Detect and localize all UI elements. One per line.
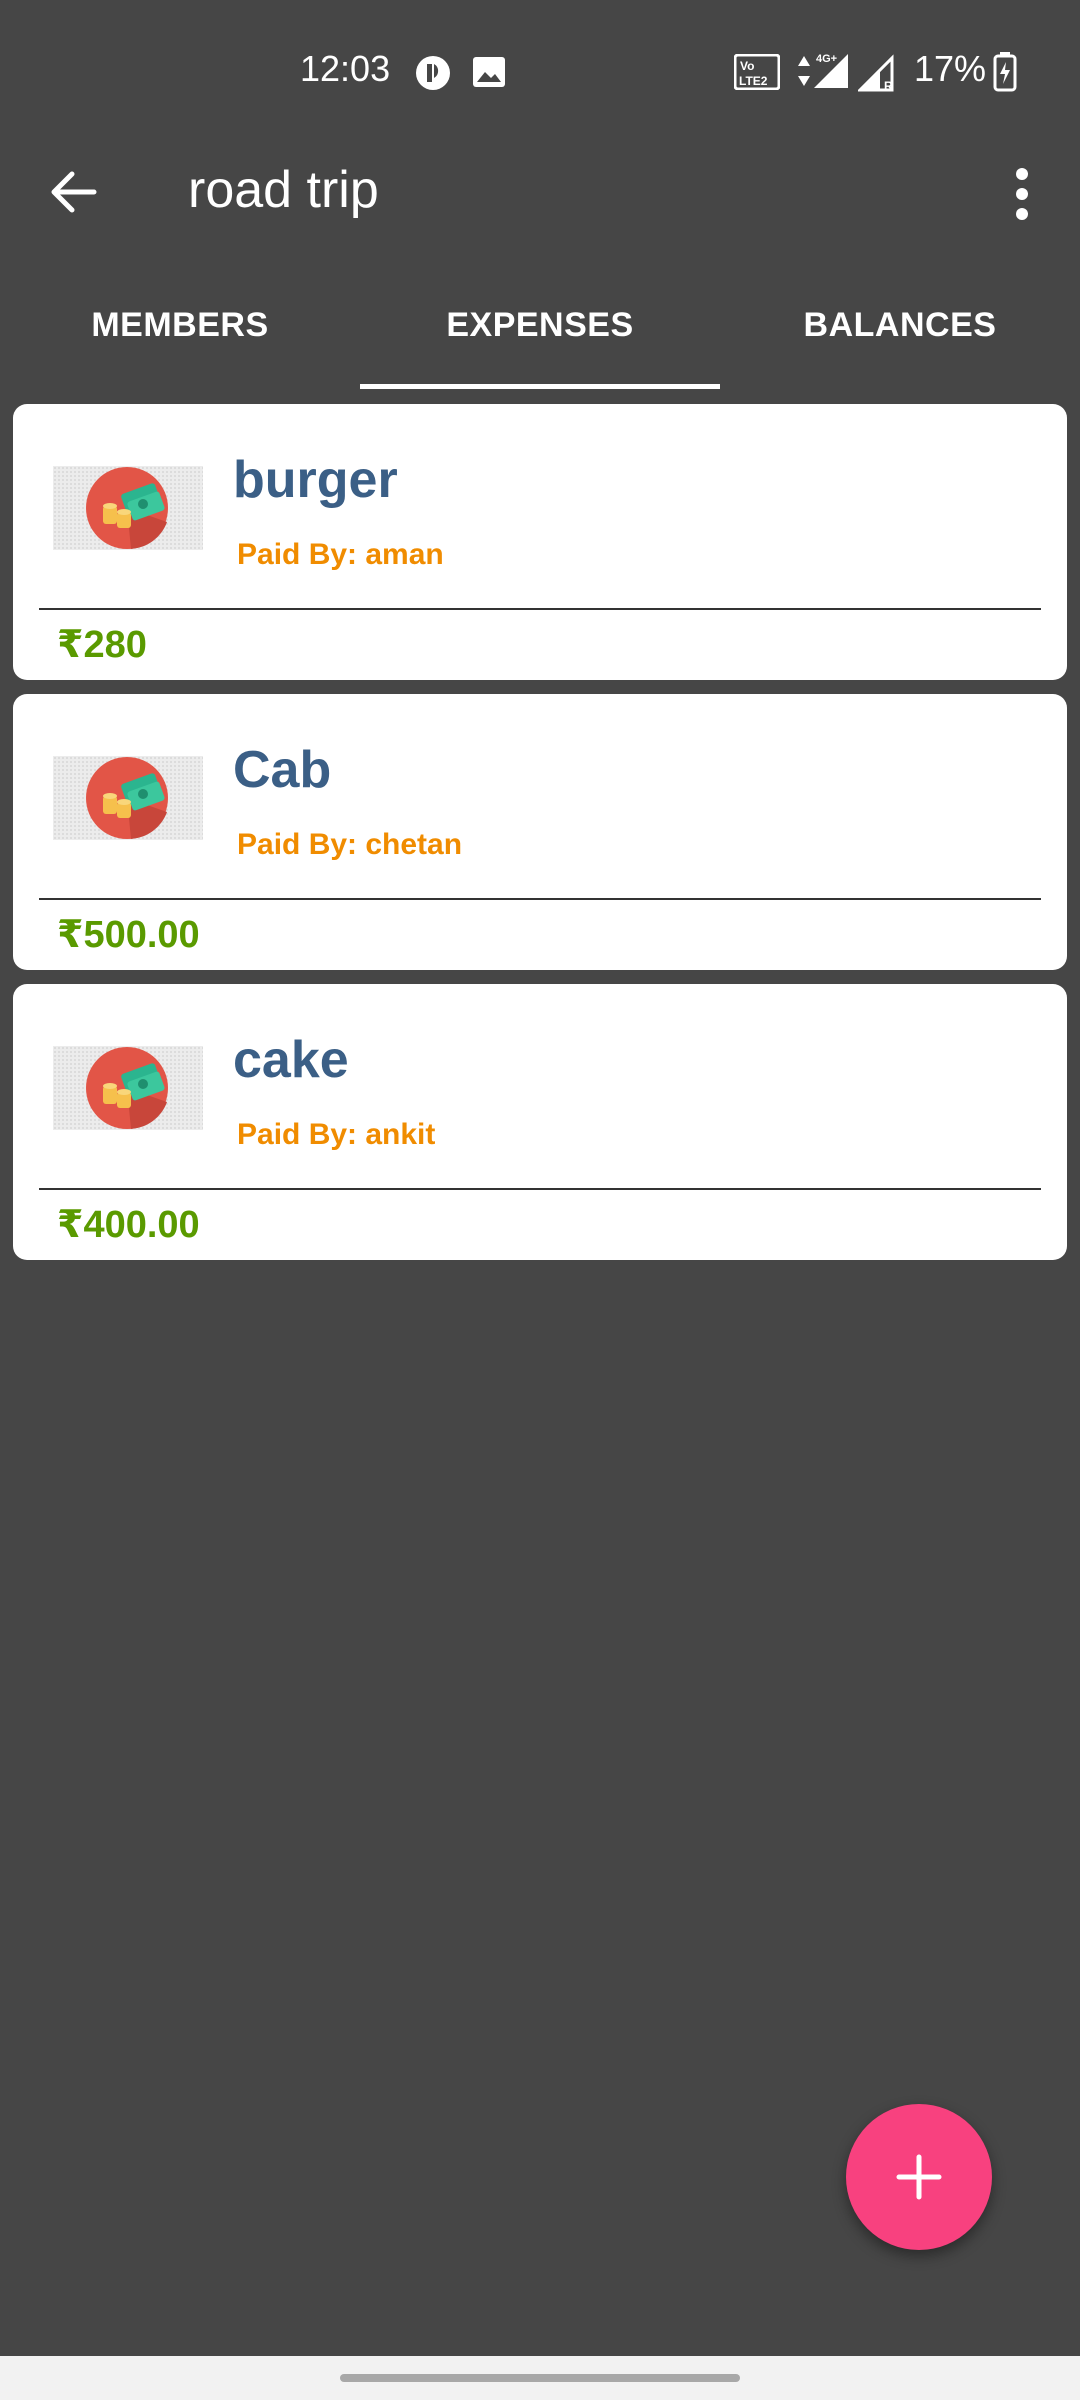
divider	[39, 898, 1041, 900]
expense-title: Cab	[233, 741, 332, 799]
expense-card[interactable]: cake Paid By: ankit ₹400.00	[13, 984, 1067, 1260]
tab-members[interactable]: MEMBERS	[0, 260, 360, 390]
rupee-symbol: ₹	[57, 1204, 84, 1246]
navigation-bar	[0, 2356, 1080, 2400]
expense-paid-by: Paid By: ankit	[237, 1118, 436, 1151]
expense-amount: ₹280	[57, 622, 147, 667]
status-bar: 12:03 Vo LTE2 4G+ R 17%	[0, 0, 1080, 140]
expense-amount: ₹400.00	[57, 1202, 200, 1247]
battery-icon	[993, 52, 1017, 92]
amount-value: 280	[83, 624, 147, 666]
gallery-icon	[473, 57, 505, 87]
expense-thumbnail	[53, 756, 203, 840]
svg-text:LTE2: LTE2	[739, 74, 768, 88]
data-arrows-icon	[798, 56, 810, 86]
divider	[39, 608, 1041, 610]
expense-title: burger	[233, 451, 398, 509]
expense-title: cake	[233, 1031, 349, 1089]
expense-thumbnail	[53, 466, 203, 550]
status-time: 12:03	[300, 48, 391, 89]
amount-value: 500.00	[83, 914, 200, 956]
rupee-symbol: ₹	[57, 914, 84, 956]
expense-thumbnail	[53, 1046, 203, 1130]
expense-card[interactable]: burger Paid By: aman ₹280	[13, 404, 1067, 680]
app-bar: road trip	[0, 140, 1080, 250]
expense-card[interactable]: Cab Paid By: chetan ₹500.00	[13, 694, 1067, 970]
more-vert-icon[interactable]	[1000, 162, 1044, 226]
money-icon	[86, 1047, 168, 1129]
tab-balances[interactable]: BALANCES	[720, 260, 1080, 390]
svg-text:Vo: Vo	[740, 59, 754, 73]
volte-icon: Vo LTE2	[734, 54, 780, 90]
expense-paid-by: Paid By: chetan	[237, 828, 463, 861]
svg-text:4G+: 4G+	[816, 53, 837, 65]
signal-4g-icon: 4G+	[814, 53, 848, 88]
tab-indicator	[360, 384, 720, 389]
tab-expenses[interactable]: EXPENSES	[360, 260, 720, 390]
signal-roaming-icon: R	[858, 54, 894, 92]
rupee-symbol: ₹	[57, 624, 84, 666]
page-title: road trip	[188, 161, 379, 219]
money-icon	[86, 467, 168, 549]
gesture-handle[interactable]	[340, 2374, 740, 2382]
notification-app-icon	[416, 56, 450, 90]
arrow-back-icon[interactable]	[42, 160, 106, 224]
money-icon	[86, 757, 168, 839]
expense-paid-by: Paid By: aman	[237, 538, 444, 571]
battery-percent: 17%	[914, 48, 987, 89]
tab-bar: MEMBERS EXPENSES BALANCES	[0, 260, 1080, 390]
amount-value: 400.00	[83, 1204, 200, 1246]
plus-icon	[896, 2154, 942, 2200]
add-expense-button[interactable]	[846, 2104, 992, 2250]
expense-amount: ₹500.00	[57, 912, 200, 957]
divider	[39, 1188, 1041, 1190]
svg-text:R: R	[884, 79, 893, 92]
